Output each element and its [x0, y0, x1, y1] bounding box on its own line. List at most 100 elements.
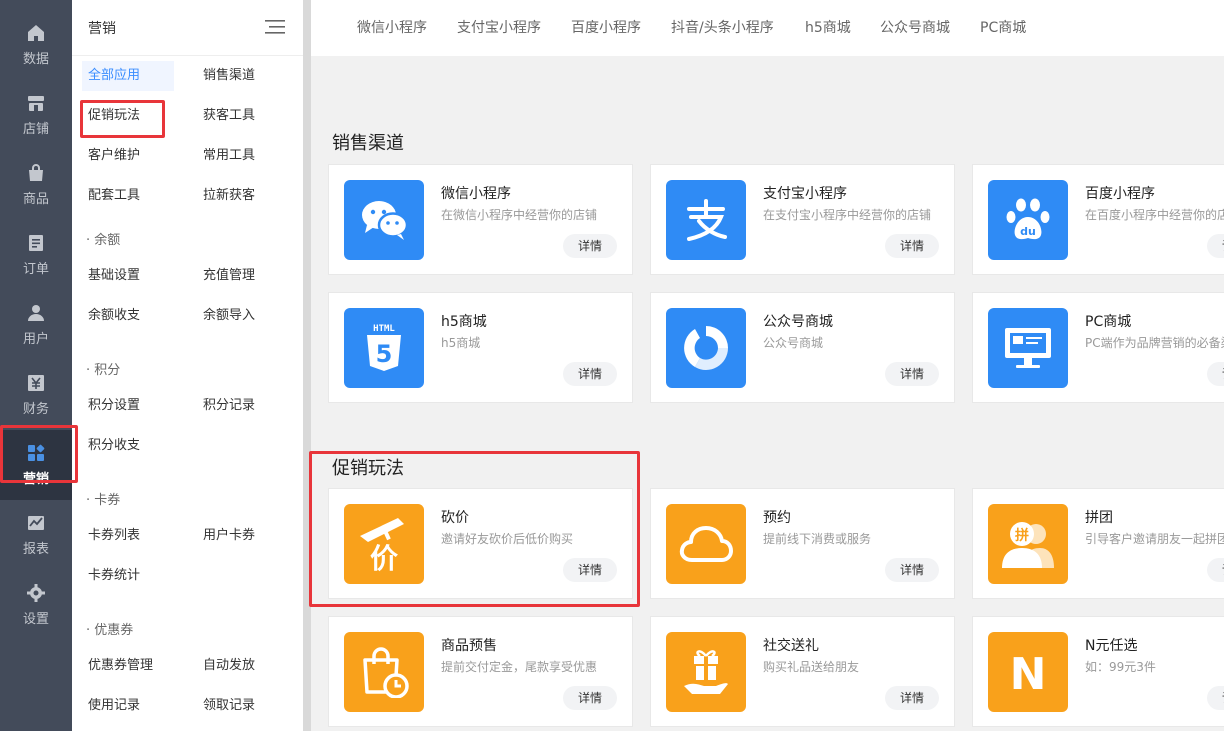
detail-button[interactable]: 详情: [885, 686, 939, 710]
rail-item-goods[interactable]: 商品: [0, 150, 72, 220]
card-name: 社交送礼: [763, 638, 819, 654]
card-desc: PC端作为品牌营销的必备渠道: [1085, 336, 1224, 350]
card-desc: 在微信小程序中经营你的店铺: [441, 208, 598, 222]
card-desc: 邀请好友砍价后低价购买: [441, 532, 574, 546]
rail-item-store[interactable]: 店铺: [0, 80, 72, 150]
submenu-sales-channel[interactable]: 销售渠道: [197, 61, 261, 91]
rail-item-user[interactable]: 用户: [0, 290, 72, 360]
official-account-icon: [666, 308, 746, 388]
section-title-promotion: 促销玩法: [332, 458, 404, 479]
panel-divider: [303, 0, 311, 731]
marketing-icon: [28, 444, 45, 461]
detail-button[interactable]: 详情: [1207, 558, 1224, 582]
rail-item-data[interactable]: 数据: [0, 10, 72, 80]
detail-button[interactable]: 详情: [885, 234, 939, 258]
submenu-claim-records[interactable]: 领取记录: [197, 691, 261, 721]
app-card-bargain[interactable]: 价 砍价 邀请好友砍价后低价购买 详情: [328, 488, 633, 599]
store-icon: [28, 96, 44, 111]
app-card-official[interactable]: 公众号商城 公众号商城 详情: [650, 292, 955, 403]
detail-button[interactable]: 详情: [1207, 686, 1224, 710]
submenu-card-list[interactable]: 卡券列表: [82, 521, 146, 551]
topnav-alipay[interactable]: 支付宝小程序: [457, 17, 541, 37]
main-content: 微信小程序 支付宝小程序 百度小程序 抖音/头条小程序 h5商城 公众号商城 P…: [311, 0, 1224, 731]
app-card-wechat[interactable]: 微信小程序 在微信小程序中经营你的店铺 详情: [328, 164, 633, 275]
card-name: 百度小程序: [1085, 186, 1155, 202]
app-card-reserve[interactable]: 预约 提前线下消费或服务 详情: [650, 488, 955, 599]
topnav-h5[interactable]: h5商城: [805, 17, 851, 37]
submenu-group-points: · 积分: [86, 363, 121, 378]
bag-icon: [29, 164, 43, 181]
submenu-support-tools[interactable]: 配套工具: [82, 181, 146, 211]
app-card-group[interactable]: 拼 拼团 引导客户邀请朋友一起拼团 详情: [972, 488, 1224, 599]
letter-n-icon: N: [988, 632, 1068, 712]
detail-button[interactable]: 详情: [885, 558, 939, 582]
card-name: N元任选: [1085, 638, 1138, 654]
submenu-promotion[interactable]: 促销玩法: [82, 101, 146, 131]
submenu-points-records[interactable]: 积分记录: [197, 391, 261, 421]
topnav-wechat[interactable]: 微信小程序: [357, 17, 427, 37]
submenu-auto-issue[interactable]: 自动发放: [197, 651, 261, 681]
topnav-official[interactable]: 公众号商城: [880, 17, 950, 37]
order-icon: [29, 235, 43, 251]
finance-icon: [28, 375, 44, 391]
submenu-user-cards[interactable]: 用户卡券: [197, 521, 261, 551]
app-card-gift[interactable]: 社交送礼 购买礼品送给朋友 详情: [650, 616, 955, 727]
app-card-presale[interactable]: 商品预售 提前交付定金，尾款享受优惠 详情: [328, 616, 633, 727]
bargain-icon: 价: [344, 504, 424, 584]
app-card-pc[interactable]: PC商城 PC端作为品牌营销的必备渠道 详情: [972, 292, 1224, 403]
cloud-icon: [666, 504, 746, 584]
svg-text:价: 价: [370, 542, 399, 574]
submenu-group-balance: · 余额: [86, 233, 121, 248]
rail-item-marketing[interactable]: 营销: [0, 430, 72, 500]
detail-button[interactable]: 详情: [563, 686, 617, 710]
card-desc: 购买礼品送给朋友: [763, 660, 860, 674]
submenu-group-voucher: · 优惠券: [86, 623, 134, 638]
detail-button[interactable]: 详情: [563, 558, 617, 582]
rail-item-report[interactable]: 报表: [0, 500, 72, 570]
submenu-usage-records[interactable]: 使用记录: [82, 691, 146, 721]
submenu-all-apps[interactable]: 全部应用: [82, 61, 174, 91]
topnav-douyin[interactable]: 抖音/头条小程序: [671, 17, 774, 37]
card-name: 砍价: [441, 510, 469, 526]
menu-toggle-icon[interactable]: [265, 18, 285, 36]
submenu-customer-care[interactable]: 客户维护: [82, 141, 146, 171]
card-desc: 引导客户邀请朋友一起拼团: [1085, 532, 1224, 546]
card-desc: 如：99元3件: [1085, 660, 1156, 674]
detail-button[interactable]: 详情: [563, 234, 617, 258]
topnav-baidu[interactable]: 百度小程序: [571, 17, 641, 37]
submenu-card-stats[interactable]: 卡券统计: [82, 561, 146, 591]
rail-item-settings[interactable]: 设置: [0, 570, 72, 640]
submenu-acquire-tools[interactable]: 获客工具: [197, 101, 261, 131]
submenu-points-flow[interactable]: 积分收支: [82, 431, 146, 461]
rail-item-finance[interactable]: 财务: [0, 360, 72, 430]
detail-button[interactable]: 详情: [563, 362, 617, 386]
submenu-common-tools[interactable]: 常用工具: [197, 141, 261, 171]
detail-button[interactable]: 详情: [885, 362, 939, 386]
marketing-submenu: 营销 全部应用 销售渠道 促销玩法 获客工具 客户维护 常用工具 配套工具 拉新…: [72, 0, 303, 731]
app-card-n-choice[interactable]: N N元任选 如：99元3件 详情: [972, 616, 1224, 727]
rail-item-order[interactable]: 订单: [0, 220, 72, 290]
card-desc: 在支付宝小程序中经营你的店铺: [763, 208, 932, 222]
app-card-alipay[interactable]: 支付宝小程序 在支付宝小程序中经营你的店铺 详情: [650, 164, 955, 275]
card-name: 商品预售: [441, 638, 497, 654]
svg-text:N: N: [1010, 649, 1047, 697]
submenu-basic-settings[interactable]: 基础设置: [82, 261, 146, 291]
submenu-points-settings[interactable]: 积分设置: [82, 391, 146, 421]
topnav-pc[interactable]: PC商城: [980, 17, 1026, 37]
detail-button[interactable]: 详情: [1207, 234, 1224, 258]
svg-text:du: du: [1020, 225, 1036, 238]
submenu-title: 营销: [88, 21, 116, 37]
card-desc: h5商城: [441, 336, 481, 350]
detail-button[interactable]: 详情: [1207, 362, 1224, 386]
group-buy-icon: 拼: [988, 504, 1068, 584]
submenu-voucher-manage[interactable]: 优惠券管理: [82, 651, 159, 681]
app-card-h5[interactable]: HTML 5 h5商城 h5商城 详情: [328, 292, 633, 403]
card-name: 预约: [763, 510, 791, 526]
submenu-balance-import[interactable]: 余额导入: [197, 301, 261, 331]
submenu-balance-flow[interactable]: 余额收支: [82, 301, 146, 331]
home-icon: [28, 25, 44, 41]
submenu-recharge-manage[interactable]: 充值管理: [197, 261, 261, 291]
submenu-new-customer[interactable]: 拉新获客: [197, 181, 261, 211]
app-card-baidu[interactable]: du 百度小程序 在百度小程序中经营你的店铺 详情: [972, 164, 1224, 275]
alipay-icon: [666, 180, 746, 260]
